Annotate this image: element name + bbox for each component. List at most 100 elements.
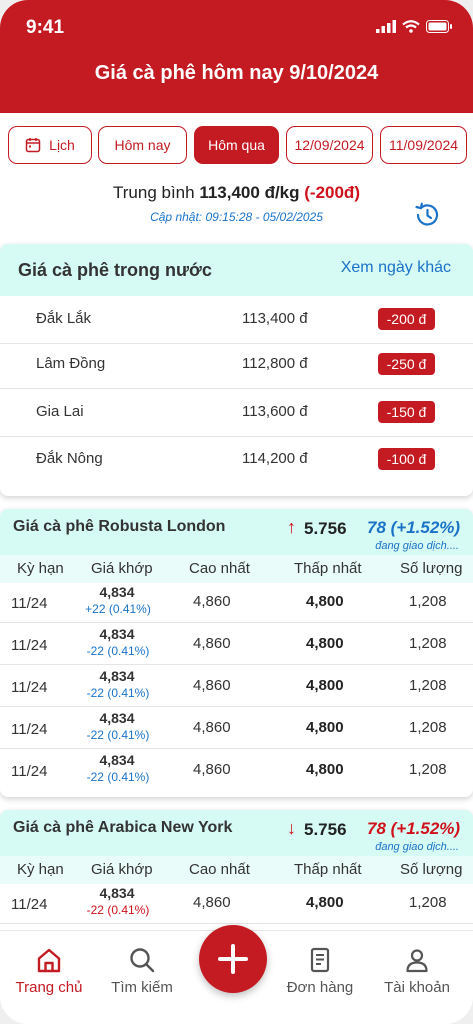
term: 11/24 — [11, 595, 48, 612]
term: 11/24 — [11, 637, 48, 654]
arabica-price: 5.756 — [304, 820, 347, 839]
region-name: Đắk Nông — [36, 450, 103, 467]
region-row[interactable]: Đắk Lắk 113,400 đ -200 đ — [0, 296, 473, 344]
robusta-price: 5.756 — [304, 519, 347, 538]
arrow-down-icon: ↓ — [287, 818, 296, 838]
plus-icon — [218, 944, 248, 974]
tab-label: Tìm kiếm — [111, 979, 173, 996]
change-badge: -200 đ — [378, 308, 435, 330]
volume: 1,208 — [409, 635, 447, 652]
high-price: 4,860 — [193, 719, 231, 736]
change-badge: -150 đ — [378, 401, 435, 423]
region-row[interactable]: Đắk Nông 114,200 đ -100 đ — [0, 436, 473, 484]
other-days-link[interactable]: Xem ngày khác — [341, 259, 451, 277]
chip-label: Lịch — [49, 137, 75, 153]
robusta-card: Giá cà phê Robusta London ↑ 5.756 78 (+1… — [0, 509, 473, 797]
table-row[interactable]: 11/24 4,834 -22 (0.41%) 4,860 4,800 1,20… — [0, 623, 473, 665]
match-price: 4,834 — [99, 584, 135, 600]
match-change: -22 (0.41%) — [86, 644, 150, 658]
arrow-up-icon: ↑ — [287, 517, 296, 537]
chip-calendar[interactable]: Lịch — [8, 126, 92, 164]
tab-label: Trang chủ — [15, 979, 83, 996]
col-high: Cao nhất — [189, 560, 250, 577]
table-row[interactable]: 11/24 4,834 -22 (0.41%) 4,860 4,800 1,20… — [0, 707, 473, 749]
user-icon — [406, 949, 428, 973]
high-price: 4,860 — [193, 593, 231, 610]
arabica-column-header: Kỳ hạn Giá khớp Cao nhất Thấp nhất Số lư… — [0, 856, 473, 884]
low-price: 4,800 — [306, 677, 344, 694]
region-price: 113,600 đ — [242, 403, 308, 420]
date-filter-chips: Lịch Hôm nay Hôm qua 12/09/2024 11/09/20… — [8, 126, 468, 164]
low-price: 4,800 — [306, 593, 344, 610]
match-change: -22 (0.41%) — [86, 686, 150, 700]
chip-date-2[interactable]: 11/09/2024 — [380, 126, 467, 164]
region-price: 114,200 đ — [242, 450, 308, 467]
app-screen: 9:41 Giá cà phê hôm nay 9/10/2024 Lịch H… — [0, 0, 473, 1024]
match-change: -22 (0.41%) — [86, 903, 150, 917]
tab-icon-wrap — [95, 946, 189, 974]
low-price: 4,800 — [306, 761, 344, 778]
region-name: Lâm Đồng — [36, 355, 106, 372]
signal-icon — [376, 20, 396, 33]
volume: 1,208 — [409, 894, 447, 911]
tab-icon-wrap — [273, 946, 367, 974]
low-price: 4,800 — [306, 719, 344, 736]
tab-orders[interactable]: Đơn hàng — [273, 931, 367, 1011]
domestic-price-card: Giá cà phê trong nước Xem ngày khác Đắk … — [0, 244, 473, 496]
updated-time: Cập nhật: 09:15:28 - 05/02/2025 — [150, 210, 323, 224]
robusta-header: Giá cà phê Robusta London ↑ 5.756 78 (+1… — [0, 509, 473, 555]
volume: 1,208 — [409, 719, 447, 736]
col-high: Cao nhất — [189, 861, 250, 878]
table-row[interactable]: 11/24 4,834 -22 (0.41%) 4,860 4,800 1,20… — [0, 882, 473, 924]
add-button[interactable] — [199, 925, 267, 993]
average-change: (-200đ) — [304, 183, 360, 202]
region-price: 112,800 đ — [242, 355, 308, 372]
document-icon — [310, 947, 330, 973]
high-price: 4,860 — [193, 894, 231, 911]
average-value: 113,400 đ/kg — [199, 183, 300, 202]
status-time: 9:41 — [26, 17, 65, 38]
domestic-header: Giá cà phê trong nước Xem ngày khác — [0, 244, 473, 296]
average-price: Trung bình 113,400 đ/kg (-200đ) — [0, 183, 473, 203]
history-icon[interactable] — [413, 201, 441, 229]
table-row[interactable]: 11/24 4,834 -22 (0.41%) 4,860 4,800 1,20… — [0, 749, 473, 791]
match-price: 4,834 — [99, 885, 135, 901]
status-bar: 9:41 — [0, 0, 473, 50]
calendar-icon — [25, 138, 41, 153]
tab-icon-wrap — [370, 946, 464, 974]
header: 9:41 Giá cà phê hôm nay 9/10/2024 — [0, 0, 473, 113]
col-volume: Số lượng — [400, 560, 463, 577]
arabica-trading-status: đang giao dịch.... — [375, 841, 459, 853]
region-price: 113,400 đ — [242, 310, 308, 327]
high-price: 4,860 — [193, 761, 231, 778]
search-icon — [130, 948, 155, 973]
status-icons — [376, 20, 453, 33]
match-change: +22 (0.41%) — [85, 602, 151, 616]
tab-account[interactable]: Tài khoản — [370, 931, 464, 1011]
region-name: Đắk Lắk — [36, 310, 92, 327]
col-low: Thấp nhất — [294, 861, 362, 878]
tab-search[interactable]: Tìm kiếm — [95, 931, 189, 1011]
table-row[interactable]: 11/24 4,834 -22 (0.41%) 4,860 4,800 1,20… — [0, 665, 473, 707]
tab-icon-wrap — [2, 946, 96, 974]
chip-today[interactable]: Hôm nay — [98, 126, 187, 164]
arabica-header: Giá cà phê Arabica New York ↓ 5.756 78 (… — [0, 810, 473, 856]
chip-yesterday[interactable]: Hôm qua — [194, 126, 279, 164]
term: 11/24 — [11, 679, 48, 696]
wifi-icon — [402, 20, 420, 33]
region-row[interactable]: Gia Lai 113,600 đ -150 đ — [0, 389, 473, 437]
change-badge: -100 đ — [378, 448, 435, 470]
domestic-title: Giá cà phê trong nước — [18, 260, 212, 280]
tab-home[interactable]: Trang chủ — [2, 931, 96, 1011]
chip-label: Hôm qua — [208, 137, 265, 153]
robusta-change: 78 (+1.52%) — [367, 518, 461, 537]
match-price: 4,834 — [99, 710, 135, 726]
col-match: Giá khớp — [91, 861, 153, 878]
table-row[interactable]: 11/24 4,834 +22 (0.41%) 4,860 4,800 1,20… — [0, 581, 473, 623]
chip-date-1[interactable]: 12/09/2024 — [286, 126, 373, 164]
volume: 1,208 — [409, 593, 447, 610]
region-row[interactable]: Lâm Đồng 112,800 đ -250 đ — [0, 341, 473, 389]
match-change: -22 (0.41%) — [86, 728, 150, 742]
robusta-title: Giá cà phê Robusta London — [13, 518, 226, 535]
arabica-change: 78 (+1.52%) — [367, 819, 461, 838]
